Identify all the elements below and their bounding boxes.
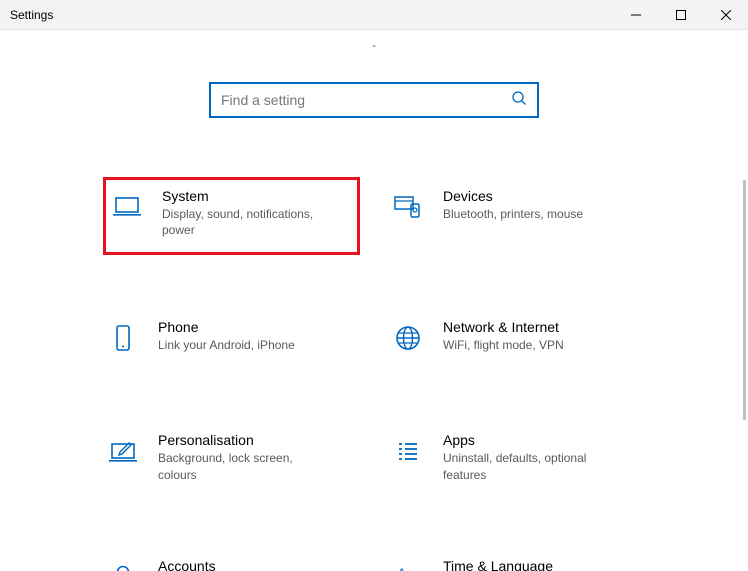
tile-personalisation[interactable]: Personalisation Background, lock screen,… bbox=[104, 422, 359, 492]
search-box[interactable] bbox=[209, 82, 539, 118]
tile-title: Personalisation bbox=[158, 432, 328, 448]
tile-desc: WiFi, flight mode, VPN bbox=[443, 337, 564, 353]
tile-desc: Link your Android, iPhone bbox=[158, 337, 295, 353]
tile-title: Phone bbox=[158, 319, 295, 335]
tile-title: Network & Internet bbox=[443, 319, 564, 335]
maximize-button[interactable] bbox=[658, 0, 703, 30]
language-icon: A字 bbox=[389, 558, 427, 571]
tile-desc: Uninstall, defaults, optional features bbox=[443, 450, 613, 482]
svg-text:A: A bbox=[397, 565, 407, 571]
search-wrap bbox=[0, 82, 748, 118]
tile-desc: Bluetooth, printers, mouse bbox=[443, 206, 583, 222]
search-input[interactable] bbox=[221, 92, 511, 108]
scrollbar-thumb[interactable] bbox=[743, 180, 746, 420]
phone-icon bbox=[104, 319, 142, 357]
devices-icon bbox=[389, 188, 427, 226]
tile-network[interactable]: Network & Internet WiFi, flight mode, VP… bbox=[389, 309, 644, 367]
tile-title: Accounts bbox=[158, 558, 328, 571]
tile-title: Time & Language bbox=[443, 558, 554, 571]
tile-system[interactable]: System Display, sound, notifications, po… bbox=[104, 178, 359, 254]
search-icon bbox=[511, 90, 527, 111]
tile-title: Devices bbox=[443, 188, 583, 204]
minimize-button[interactable] bbox=[613, 0, 658, 30]
titlebar: Settings bbox=[0, 0, 748, 30]
tile-title: System bbox=[162, 188, 332, 204]
person-icon bbox=[104, 558, 142, 571]
tile-phone[interactable]: Phone Link your Android, iPhone bbox=[104, 309, 359, 367]
subtitle-dash: - bbox=[0, 38, 748, 52]
tile-desc: Background, lock screen, colours bbox=[158, 450, 328, 482]
tile-accounts[interactable]: Accounts Your accounts, email, sync, wor… bbox=[104, 548, 359, 571]
tile-time-language[interactable]: A字 Time & Language Speech, region, date bbox=[389, 548, 644, 571]
list-icon bbox=[389, 432, 427, 470]
globe-icon bbox=[389, 319, 427, 357]
tile-devices[interactable]: Devices Bluetooth, printers, mouse bbox=[389, 178, 644, 254]
content-area: - System Display, sound, notifications, … bbox=[0, 30, 748, 571]
laptop-icon bbox=[108, 188, 146, 226]
close-button[interactable] bbox=[703, 0, 748, 30]
window-title: Settings bbox=[10, 8, 53, 22]
tile-desc: Display, sound, notifications, power bbox=[162, 206, 332, 238]
paint-icon bbox=[104, 432, 142, 470]
window-controls bbox=[613, 0, 748, 30]
tile-apps[interactable]: Apps Uninstall, defaults, optional featu… bbox=[389, 422, 644, 492]
settings-grid: System Display, sound, notifications, po… bbox=[104, 178, 644, 571]
tile-title: Apps bbox=[443, 432, 613, 448]
